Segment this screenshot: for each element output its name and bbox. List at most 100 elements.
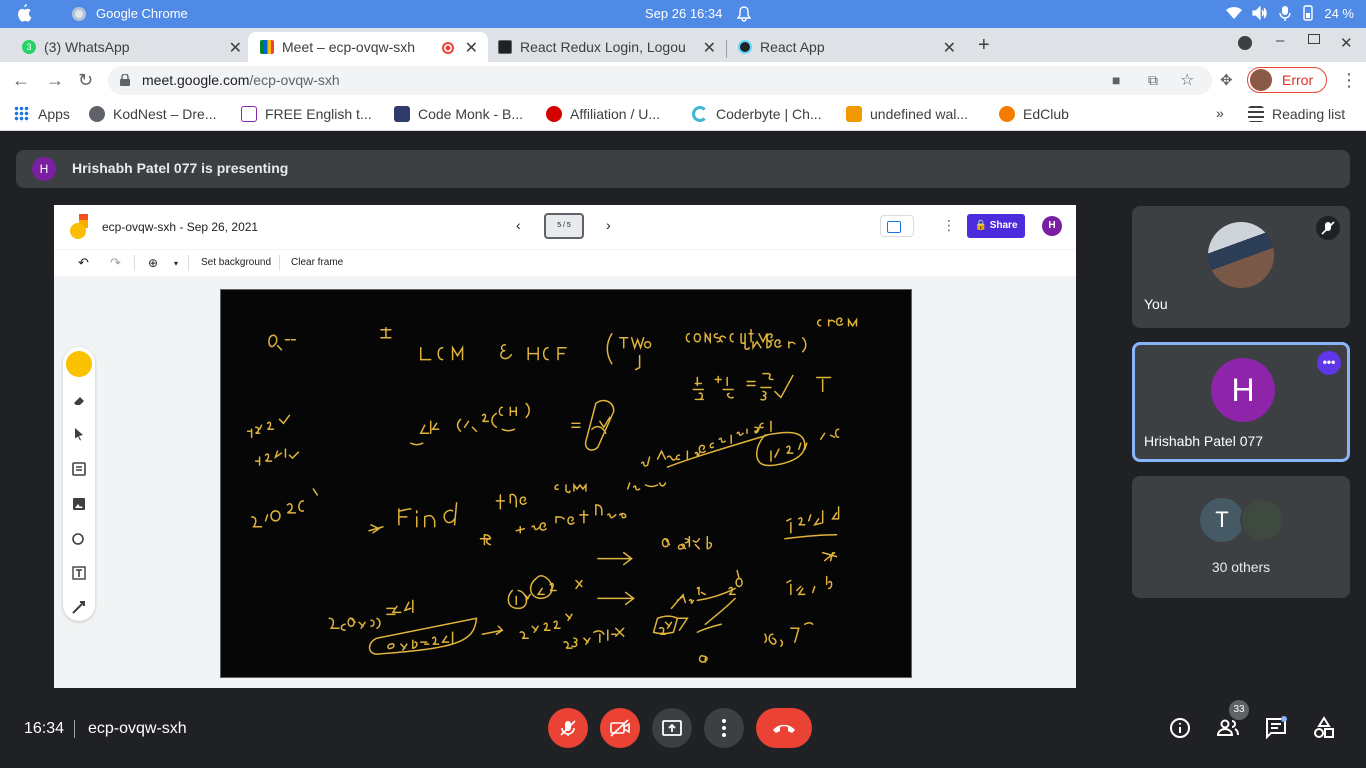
meeting-details-icon[interactable] — [1168, 716, 1192, 740]
jamboard-presentation: ecp-ovqw-sxh - Sep 26, 2021 ‹ 5 / 5 › ⋮ … — [54, 205, 1076, 688]
reload-button[interactable]: ↻ — [78, 70, 93, 91]
back-button[interactable]: ← — [12, 70, 30, 91]
chat-icon[interactable] — [1264, 716, 1288, 740]
toggle-camera-button[interactable] — [600, 708, 640, 748]
participant-video — [1208, 222, 1274, 288]
zoom-icon[interactable]: ⊕ — [148, 256, 158, 270]
wifi-icon[interactable] — [1226, 6, 1243, 20]
bookmark-apps[interactable]: Apps — [14, 106, 70, 122]
eraser-icon[interactable] — [72, 393, 86, 407]
tab-react-redux[interactable]: React Redux Login, Logou ✕ — [498, 32, 716, 62]
apps-grid-icon — [14, 106, 30, 122]
tab-label: React App — [760, 39, 825, 55]
menu-kebab-icon[interactable]: ⋮ — [1340, 70, 1358, 91]
bookmark-edclub[interactable]: EdClub — [999, 106, 1069, 122]
bookmark-kodnest[interactable]: KodNest – Dre... — [89, 106, 217, 122]
hang-up-icon — [773, 724, 795, 733]
undo-icon[interactable]: ↶ — [78, 255, 89, 271]
more-options-button[interactable]: ••• — [1317, 351, 1341, 375]
participant-tile-you[interactable]: You — [1132, 206, 1350, 328]
toggle-microphone-button[interactable] — [548, 708, 588, 748]
close-icon[interactable]: ✕ — [465, 38, 478, 58]
meeting-code[interactable]: ecp-ovqw-sxh — [88, 720, 187, 738]
whiteboard-canvas[interactable] — [220, 289, 912, 678]
bookmarks-overflow-button[interactable]: » — [1216, 105, 1224, 121]
more-options-icon[interactable]: ⋮ — [942, 217, 956, 234]
new-tab-button[interactable]: + — [978, 34, 990, 57]
camera-icon[interactable]: ■ — [1112, 72, 1120, 88]
chevron-down-icon[interactable]: ▾ — [174, 259, 178, 268]
redo-icon[interactable]: ↷ — [110, 255, 121, 271]
select-pointer-icon[interactable] — [72, 427, 86, 441]
tab-separator — [726, 40, 727, 58]
maximize-button[interactable] — [1308, 34, 1320, 44]
clear-frame-button[interactable]: Clear frame — [291, 257, 343, 268]
lock-icon[interactable] — [120, 74, 130, 86]
set-background-button[interactable]: Set background — [201, 257, 271, 268]
tab-label: React Redux Login, Logou — [520, 39, 686, 55]
bookmark-star-icon[interactable]: ☆ — [1180, 70, 1194, 90]
url-field[interactable]: meet.google.com/ecp-ovqw-sxh ■ ⧉ ☆ — [108, 66, 1212, 95]
bookmark-affiliation[interactable]: Affiliation / U... — [546, 106, 660, 122]
present-to-meeting-button[interactable] — [880, 215, 914, 237]
sticky-note-icon[interactable] — [72, 462, 86, 476]
previous-frame-button[interactable]: ‹ — [516, 217, 521, 233]
participant-name: Hrishabh Patel 077 — [1144, 433, 1264, 449]
bookmark-coderbyte[interactable]: Coderbyte | Ch... — [692, 106, 822, 122]
close-icon[interactable]: ✕ — [229, 38, 242, 58]
participant-name: You — [1144, 296, 1168, 312]
circle-shape-icon[interactable] — [72, 532, 86, 546]
recording-icon — [442, 42, 454, 54]
apple-icon[interactable] — [16, 4, 32, 22]
open-in-new-icon[interactable]: ⧉ — [1148, 72, 1158, 89]
more-options-button[interactable] — [704, 708, 744, 748]
tab-meet[interactable]: Meet – ecp-ovqw-sxh ✕ — [248, 32, 488, 62]
people-count-badge: 33 — [1229, 700, 1249, 720]
volume-icon[interactable] — [1252, 6, 1268, 20]
text-box-icon[interactable] — [72, 566, 86, 580]
bookmark-codemonk[interactable]: Code Monk - B... — [394, 106, 523, 122]
image-icon[interactable] — [72, 497, 86, 511]
presenting-text: Hrishabh Patel 077 is presenting — [72, 160, 289, 176]
battery-level: 24 % — [1324, 5, 1354, 21]
avatar: T — [1200, 498, 1244, 542]
share-button[interactable]: 🔒 Share — [967, 214, 1025, 238]
tab-label: Meet – ecp-ovqw-sxh — [282, 39, 416, 55]
leave-call-button[interactable] — [756, 708, 812, 748]
participant-tile-host[interactable]: H ••• Hrishabh Patel 077 — [1132, 342, 1350, 462]
url-text: meet.google.com/ecp-ovqw-sxh — [142, 72, 340, 88]
avatar[interactable]: H — [1042, 216, 1062, 236]
bookmark-english[interactable]: FREE English t... — [241, 106, 372, 122]
profile-button[interactable]: Error — [1247, 67, 1327, 93]
present-now-button[interactable] — [652, 708, 692, 748]
tab-react-app[interactable]: React App ✕ — [738, 32, 956, 62]
pen-icon[interactable] — [66, 351, 92, 377]
close-icon[interactable]: ✕ — [703, 38, 716, 58]
next-frame-button[interactable]: › — [606, 217, 611, 233]
others-count-label: 30 others — [1211, 559, 1271, 575]
reading-list-button[interactable]: Reading list — [1248, 106, 1345, 122]
minimize-button[interactable]: – — [1276, 32, 1284, 49]
affiliation-icon — [546, 106, 562, 122]
bookmark-label: Affiliation / U... — [570, 106, 661, 122]
bookmark-label: Code Monk - B... — [418, 106, 524, 122]
system-tray: 24 % — [1226, 5, 1354, 21]
extensions-icon[interactable]: ✥ — [1220, 71, 1233, 89]
bell-icon[interactable] — [737, 6, 751, 22]
close-window-button[interactable]: ✕ — [1340, 34, 1353, 52]
frame-bar-button[interactable]: 5 / 5 — [544, 213, 584, 239]
laser-icon[interactable] — [72, 600, 86, 614]
activities-icon[interactable] — [1312, 716, 1336, 740]
bookmark-undefined[interactable]: undefined wal... — [846, 106, 968, 122]
camera-off-icon — [610, 719, 630, 737]
close-icon[interactable]: ✕ — [943, 38, 956, 58]
tab-search-button[interactable] — [1238, 36, 1252, 50]
tab-whatsapp[interactable]: 3 (3) WhatsApp ✕ — [22, 32, 242, 62]
microphone-icon[interactable] — [1278, 5, 1292, 21]
forward-button[interactable]: → — [46, 70, 64, 91]
system-clock[interactable]: Sep 26 16:34 — [645, 6, 722, 21]
system-top-bar: Google Chrome Sep 26 16:34 24 % — [0, 0, 1366, 28]
bookmarks-bar: Apps KodNest – Dre... FREE English t... … — [0, 98, 1366, 131]
participant-tile-others[interactable]: T 30 others — [1132, 476, 1350, 598]
whatsapp-icon: 3 — [22, 40, 36, 54]
